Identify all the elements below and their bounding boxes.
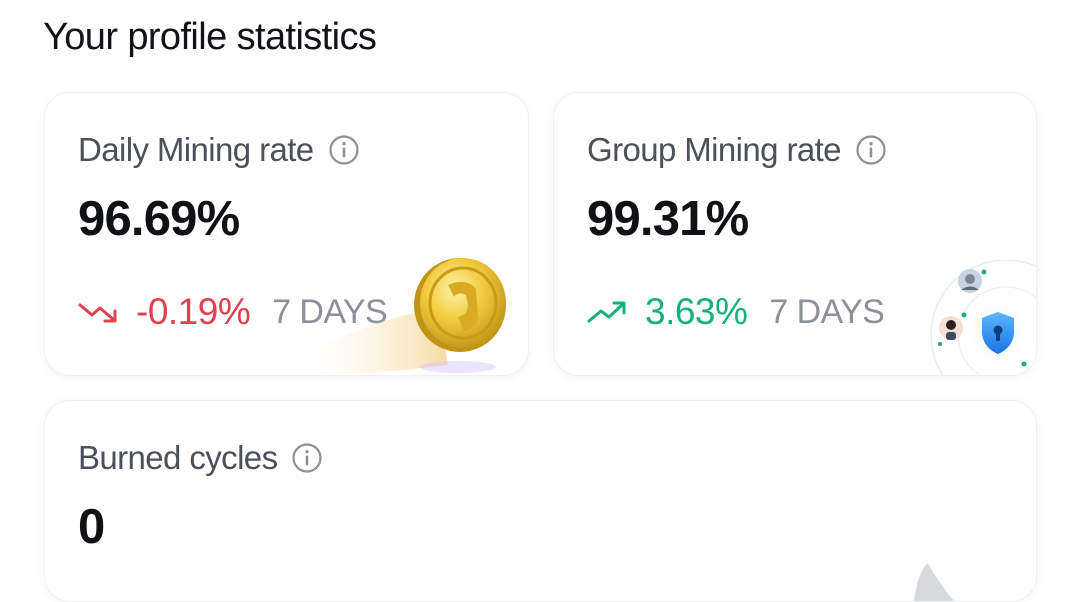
trend-down-icon [78, 303, 117, 323]
page-title: Your profile statistics [43, 16, 377, 58]
burned-cycles-value: 0 [78, 500, 105, 554]
group-mining-rate-period: 7 DAYS [769, 292, 885, 331]
daily-mining-rate-card[interactable]: Daily Mining rate 96.69% -0.19% 7 DAYS [44, 92, 529, 376]
info-icon[interactable] [291, 442, 323, 474]
group-mining-rate-card[interactable]: Group Mining rate 99.31% 3.63% 7 DAYS [553, 92, 1037, 376]
info-icon[interactable] [855, 134, 887, 166]
daily-mining-rate-header: Daily Mining rate [78, 131, 360, 169]
group-mining-rate-header: Group Mining rate [587, 131, 887, 169]
network-shield-illustration [930, 260, 1036, 375]
info-icon[interactable] [328, 134, 360, 166]
trend-up-icon [587, 301, 626, 323]
burned-cycles-header: Burned cycles [78, 439, 323, 477]
group-mining-rate-trend: 3.63% 7 DAYS [587, 291, 885, 333]
group-mining-rate-change: 3.63% [645, 291, 748, 332]
daily-mining-rate-change: -0.19% [136, 291, 251, 332]
burned-cycles-card[interactable]: Burned cycles 0 [44, 400, 1037, 602]
gold-coin-illustration [308, 258, 506, 375]
group-mining-rate-label: Group Mining rate [587, 131, 842, 168]
daily-mining-rate-label: Daily Mining rate [78, 131, 314, 168]
daily-mining-rate-value: 96.69% [78, 192, 240, 246]
shark-fin-illustration [914, 563, 954, 601]
group-mining-rate-value: 99.31% [587, 192, 749, 246]
burned-cycles-label: Burned cycles [78, 439, 278, 476]
